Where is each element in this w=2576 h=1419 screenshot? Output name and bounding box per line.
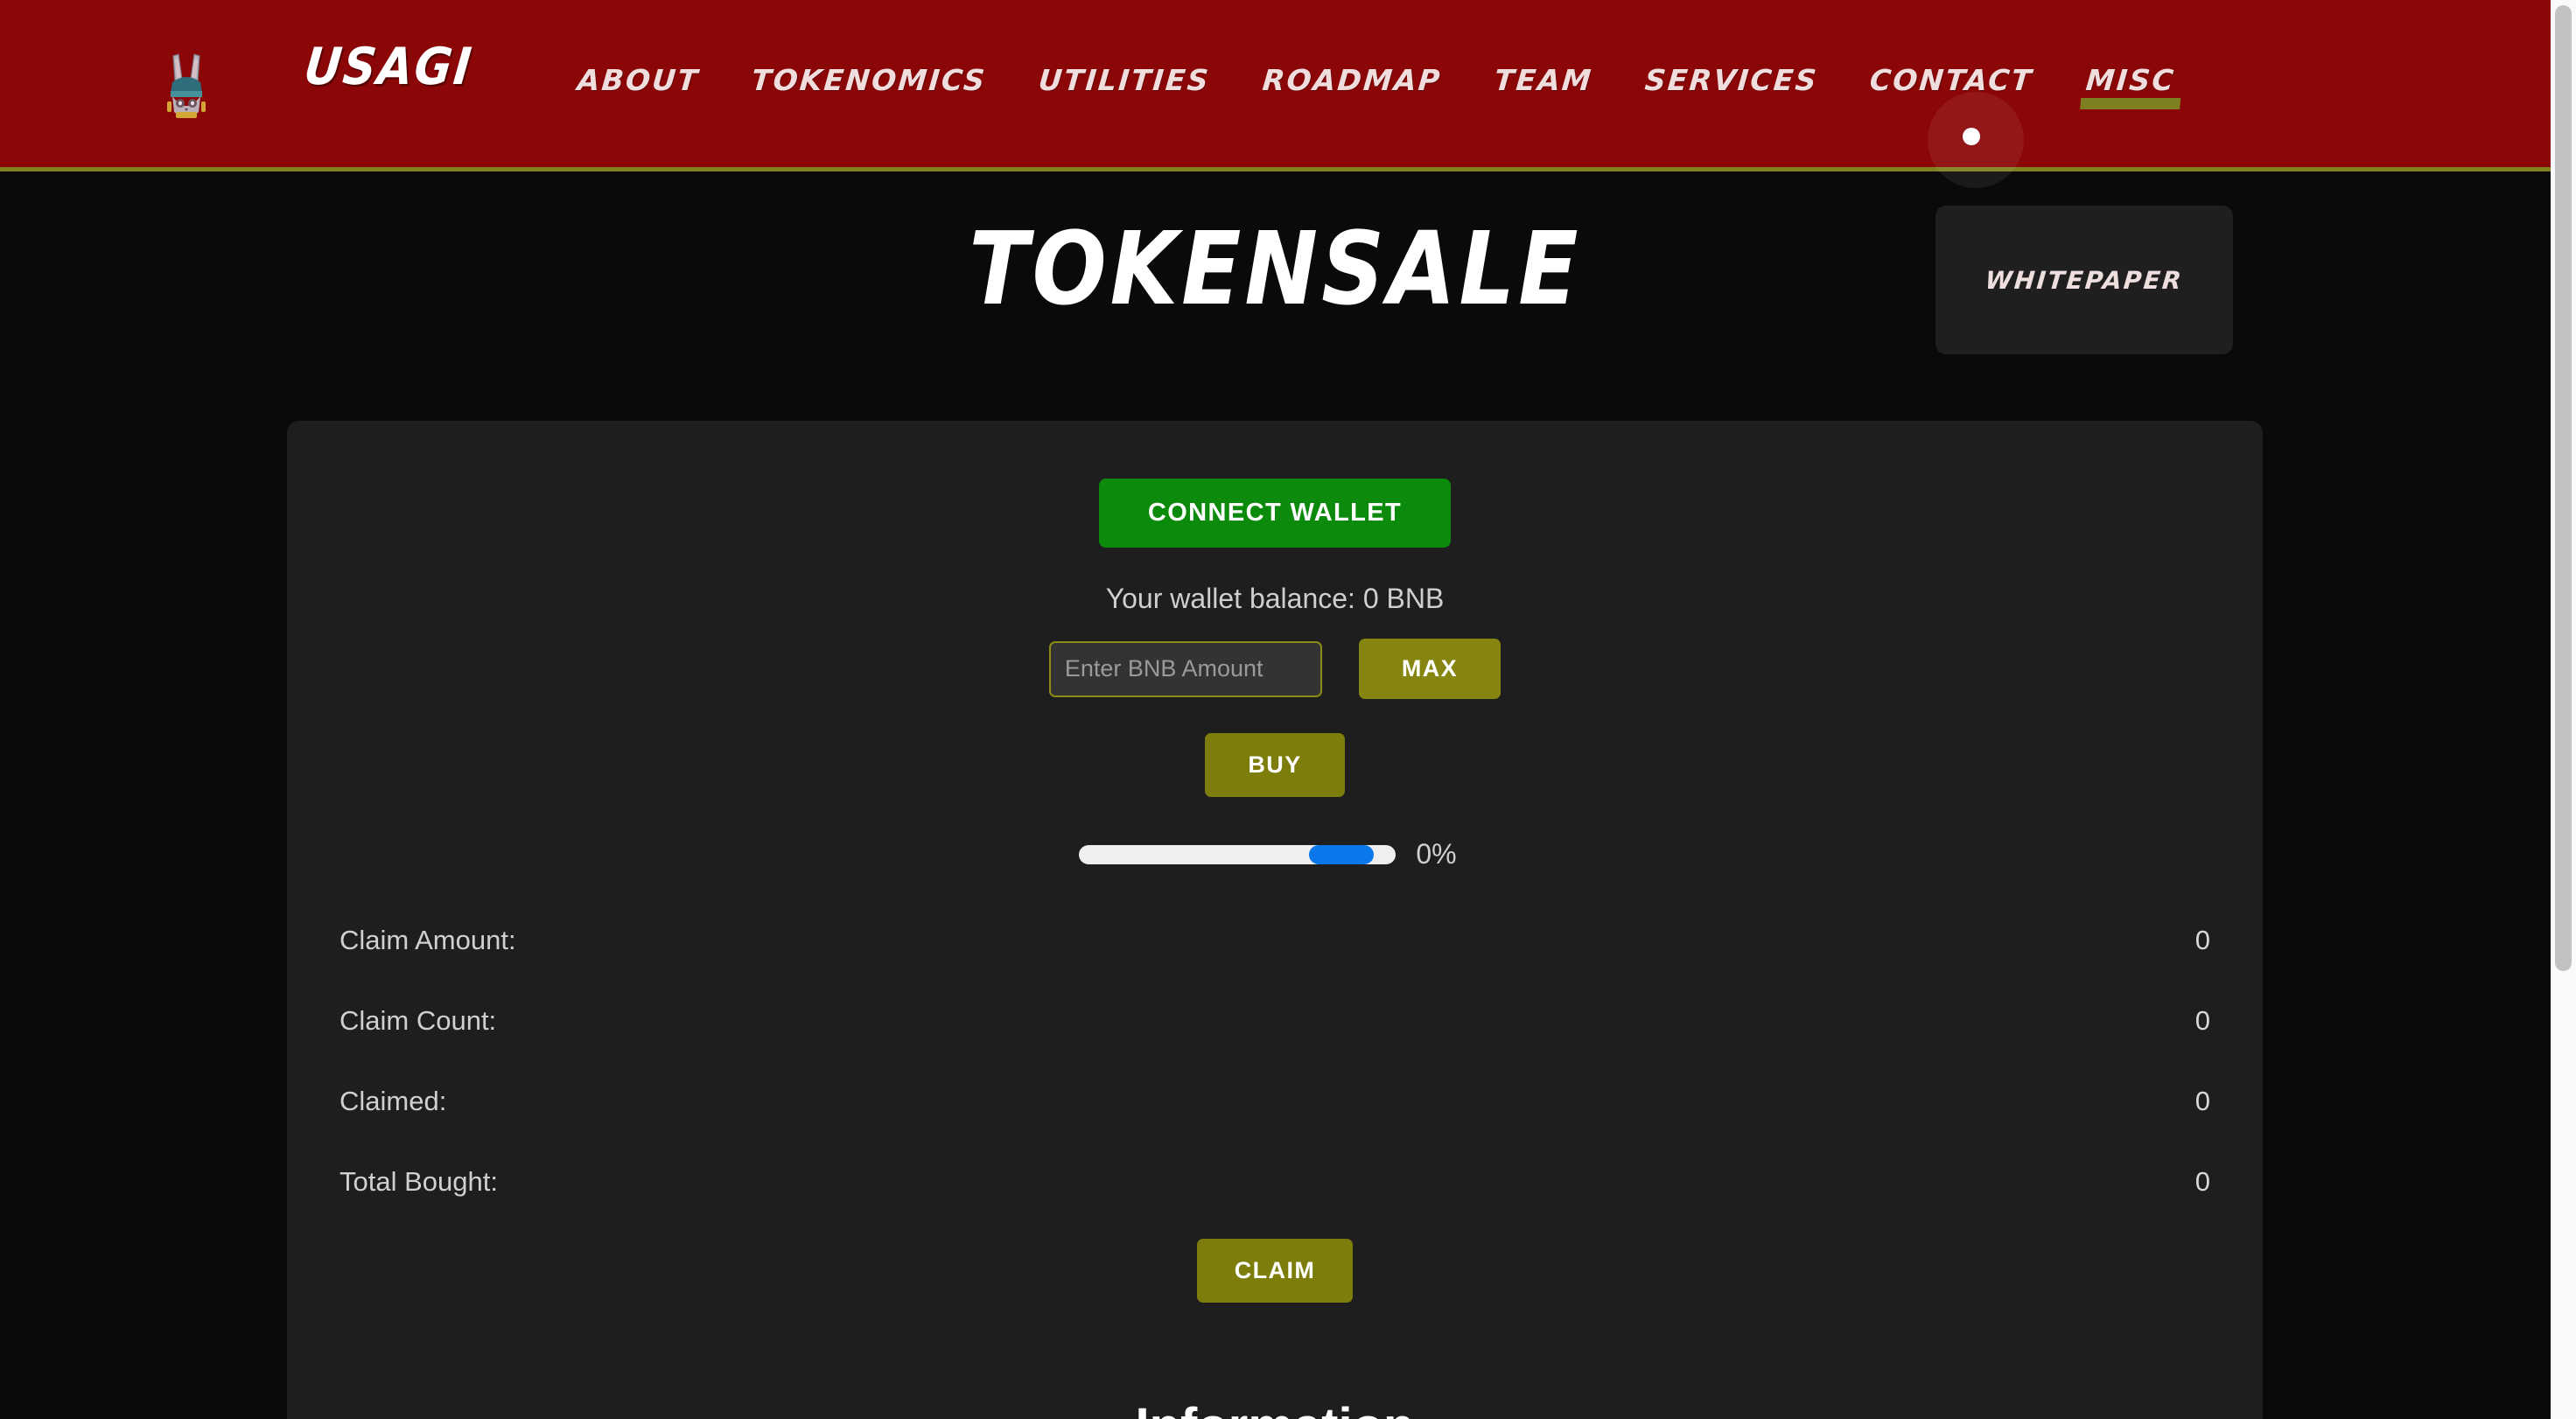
browser-viewport: USAGI ABOUT TOKENOMICS UTILITIES ROADMAP… [0, 0, 2576, 1419]
stat-label-claim-count: Claim Count: [340, 1005, 497, 1036]
stat-label-claimed: Claimed: [340, 1086, 447, 1116]
page-content: USAGI ABOUT TOKENOMICS UTILITIES ROADMAP… [0, 0, 2551, 1419]
stat-label-total-bought: Total Bought: [340, 1166, 498, 1197]
page-scrollbar-thumb[interactable] [2555, 5, 2572, 971]
sale-progress-row: 0% [1079, 838, 1457, 870]
connect-wallet-button[interactable]: CONNECT WALLET [1098, 479, 1452, 548]
claim-action-row: CLAIM [287, 1222, 2263, 1303]
table-row: Claim Amount: 0 [340, 900, 2210, 981]
nav-item-services[interactable]: SERVICES [1617, 63, 1845, 97]
max-button[interactable]: MAX [1358, 639, 1502, 699]
information-title: Information [1136, 1397, 1415, 1419]
nav-item-tokenomics[interactable]: TOKENOMICS [724, 63, 1014, 97]
stat-value-claim-amount: 0 [2194, 925, 2210, 955]
claim-button[interactable]: CLAIM [1196, 1239, 1354, 1303]
brand-name[interactable]: USAGI [301, 38, 475, 96]
nav-item-about[interactable]: ABOUT [550, 63, 726, 97]
sale-progress-fill [1308, 844, 1375, 864]
table-row: Claimed: 0 [340, 1061, 2210, 1142]
site-header: USAGI ABOUT TOKENOMICS UTILITIES ROADMAP… [0, 0, 2551, 171]
stat-value-claim-count: 0 [2194, 1005, 2210, 1036]
nav-item-misc[interactable]: MISC [2058, 63, 2202, 97]
information-card: Information [287, 1323, 2263, 1419]
wallet-balance-text: Your wallet balance: 0 BNB [1105, 583, 1445, 614]
nav-item-team[interactable]: TEAM [1466, 63, 1620, 97]
bnb-amount-input[interactable] [1048, 640, 1322, 697]
table-row: Claim Count: 0 [340, 981, 2210, 1061]
claim-stats-list: Claim Amount: 0 Claim Count: 0 Claimed: … [287, 900, 2263, 1222]
sale-progress-label: 0% [1416, 838, 1457, 870]
nav-item-contact[interactable]: CONTACT [1843, 63, 2062, 97]
stat-value-total-bought: 0 [2194, 1166, 2210, 1197]
main-navigation: ABOUT TOKENOMICS UTILITIES ROADMAP TEAM … [551, 63, 2202, 97]
stat-label-claim-amount: Claim Amount: [340, 925, 516, 955]
nav-item-roadmap[interactable]: ROADMAP [1235, 63, 1469, 97]
tokensale-controls: CONNECT WALLET Your wallet balance: 0 BN… [287, 463, 2263, 870]
buy-button[interactable]: BUY [1205, 733, 1345, 797]
table-row: Total Bought: 0 [340, 1142, 2210, 1222]
dropdown-item-whitepaper[interactable]: WHITEPAPER [1984, 266, 2185, 295]
tokensale-card: CONNECT WALLET Your wallet balance: 0 BN… [287, 421, 2263, 1348]
page-scrollbar[interactable] [2551, 0, 2576, 1419]
stat-value-claimed: 0 [2194, 1086, 2210, 1116]
misc-dropdown-menu: WHITEPAPER [1936, 206, 2233, 354]
rabbit-pixel-avatar-icon[interactable] [161, 52, 212, 119]
nav-item-utilities[interactable]: UTILITIES [1012, 63, 1238, 97]
sale-progress-bar[interactable] [1079, 844, 1396, 864]
amount-input-row: MAX [1048, 639, 1502, 699]
